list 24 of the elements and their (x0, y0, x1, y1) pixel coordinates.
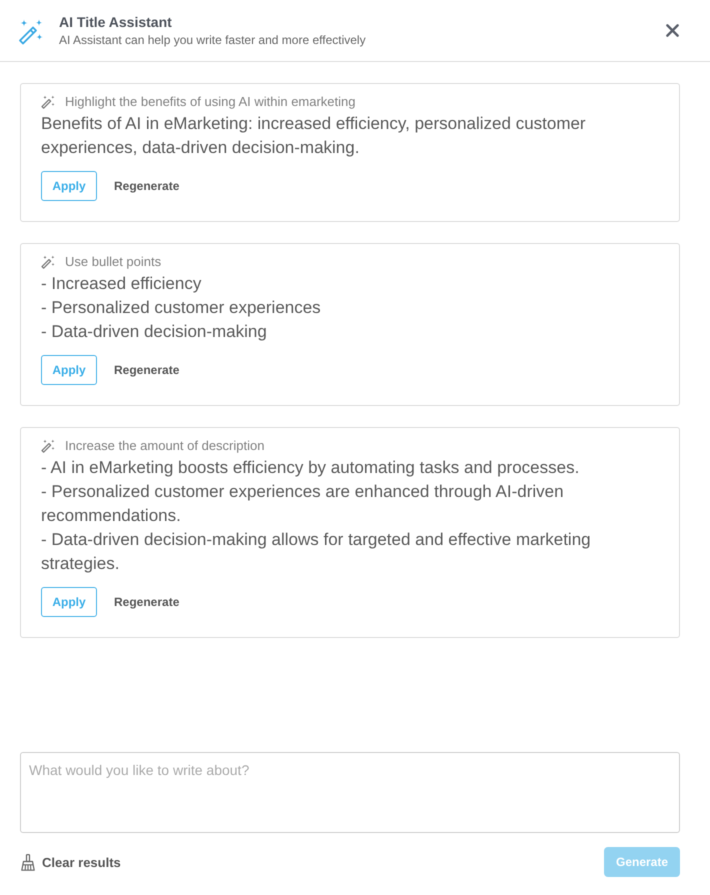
result-text: - Personalized customer experiences are enhanced through AI-driven recommendations. (41, 481, 565, 527)
regenerate-button[interactable]: Regenerate (114, 595, 180, 609)
prompt-text: Increase the amount of description (65, 438, 264, 454)
close-icon (666, 24, 679, 37)
result-text: - AI in eMarketing boosts efficiency by automating tasks and processes. (41, 457, 580, 479)
result-text: - Increased efficiency (41, 273, 202, 295)
magic-wand-icon (41, 94, 55, 108)
result-text: - Data-driven decision-making (41, 321, 268, 343)
result-text: Benefits of AI in eMarketing: increased efficiency, personalized customer experiences, data-driven decision-making. (41, 113, 587, 159)
close-button[interactable] (666, 24, 679, 37)
panel-title: AI Title Assistant (59, 13, 173, 31)
prompt-text: Use bullet points (65, 254, 162, 270)
magic-wand-icon (41, 254, 55, 268)
prompt-input-field[interactable]: What would you like to write about? (20, 752, 680, 833)
regenerate-button[interactable]: Regenerate (114, 179, 180, 193)
regenerate-button[interactable]: Regenerate (114, 363, 180, 377)
prompt-text: Highlight the benefits of using AI within emarketing (65, 94, 356, 110)
magic-wand-icon (41, 438, 55, 452)
broom-icon (21, 854, 35, 870)
clear-results-button[interactable]: Clear results (20, 854, 121, 870)
result-text: - Personalized customer experiences (41, 297, 322, 319)
panel-subtitle: AI Assistant can help you write faster and more effectively (59, 32, 367, 48)
magic-wand-icon (18, 18, 44, 44)
result-text: - Data-driven decision-making allows for targeted and effective marketing strategies. (41, 529, 592, 575)
